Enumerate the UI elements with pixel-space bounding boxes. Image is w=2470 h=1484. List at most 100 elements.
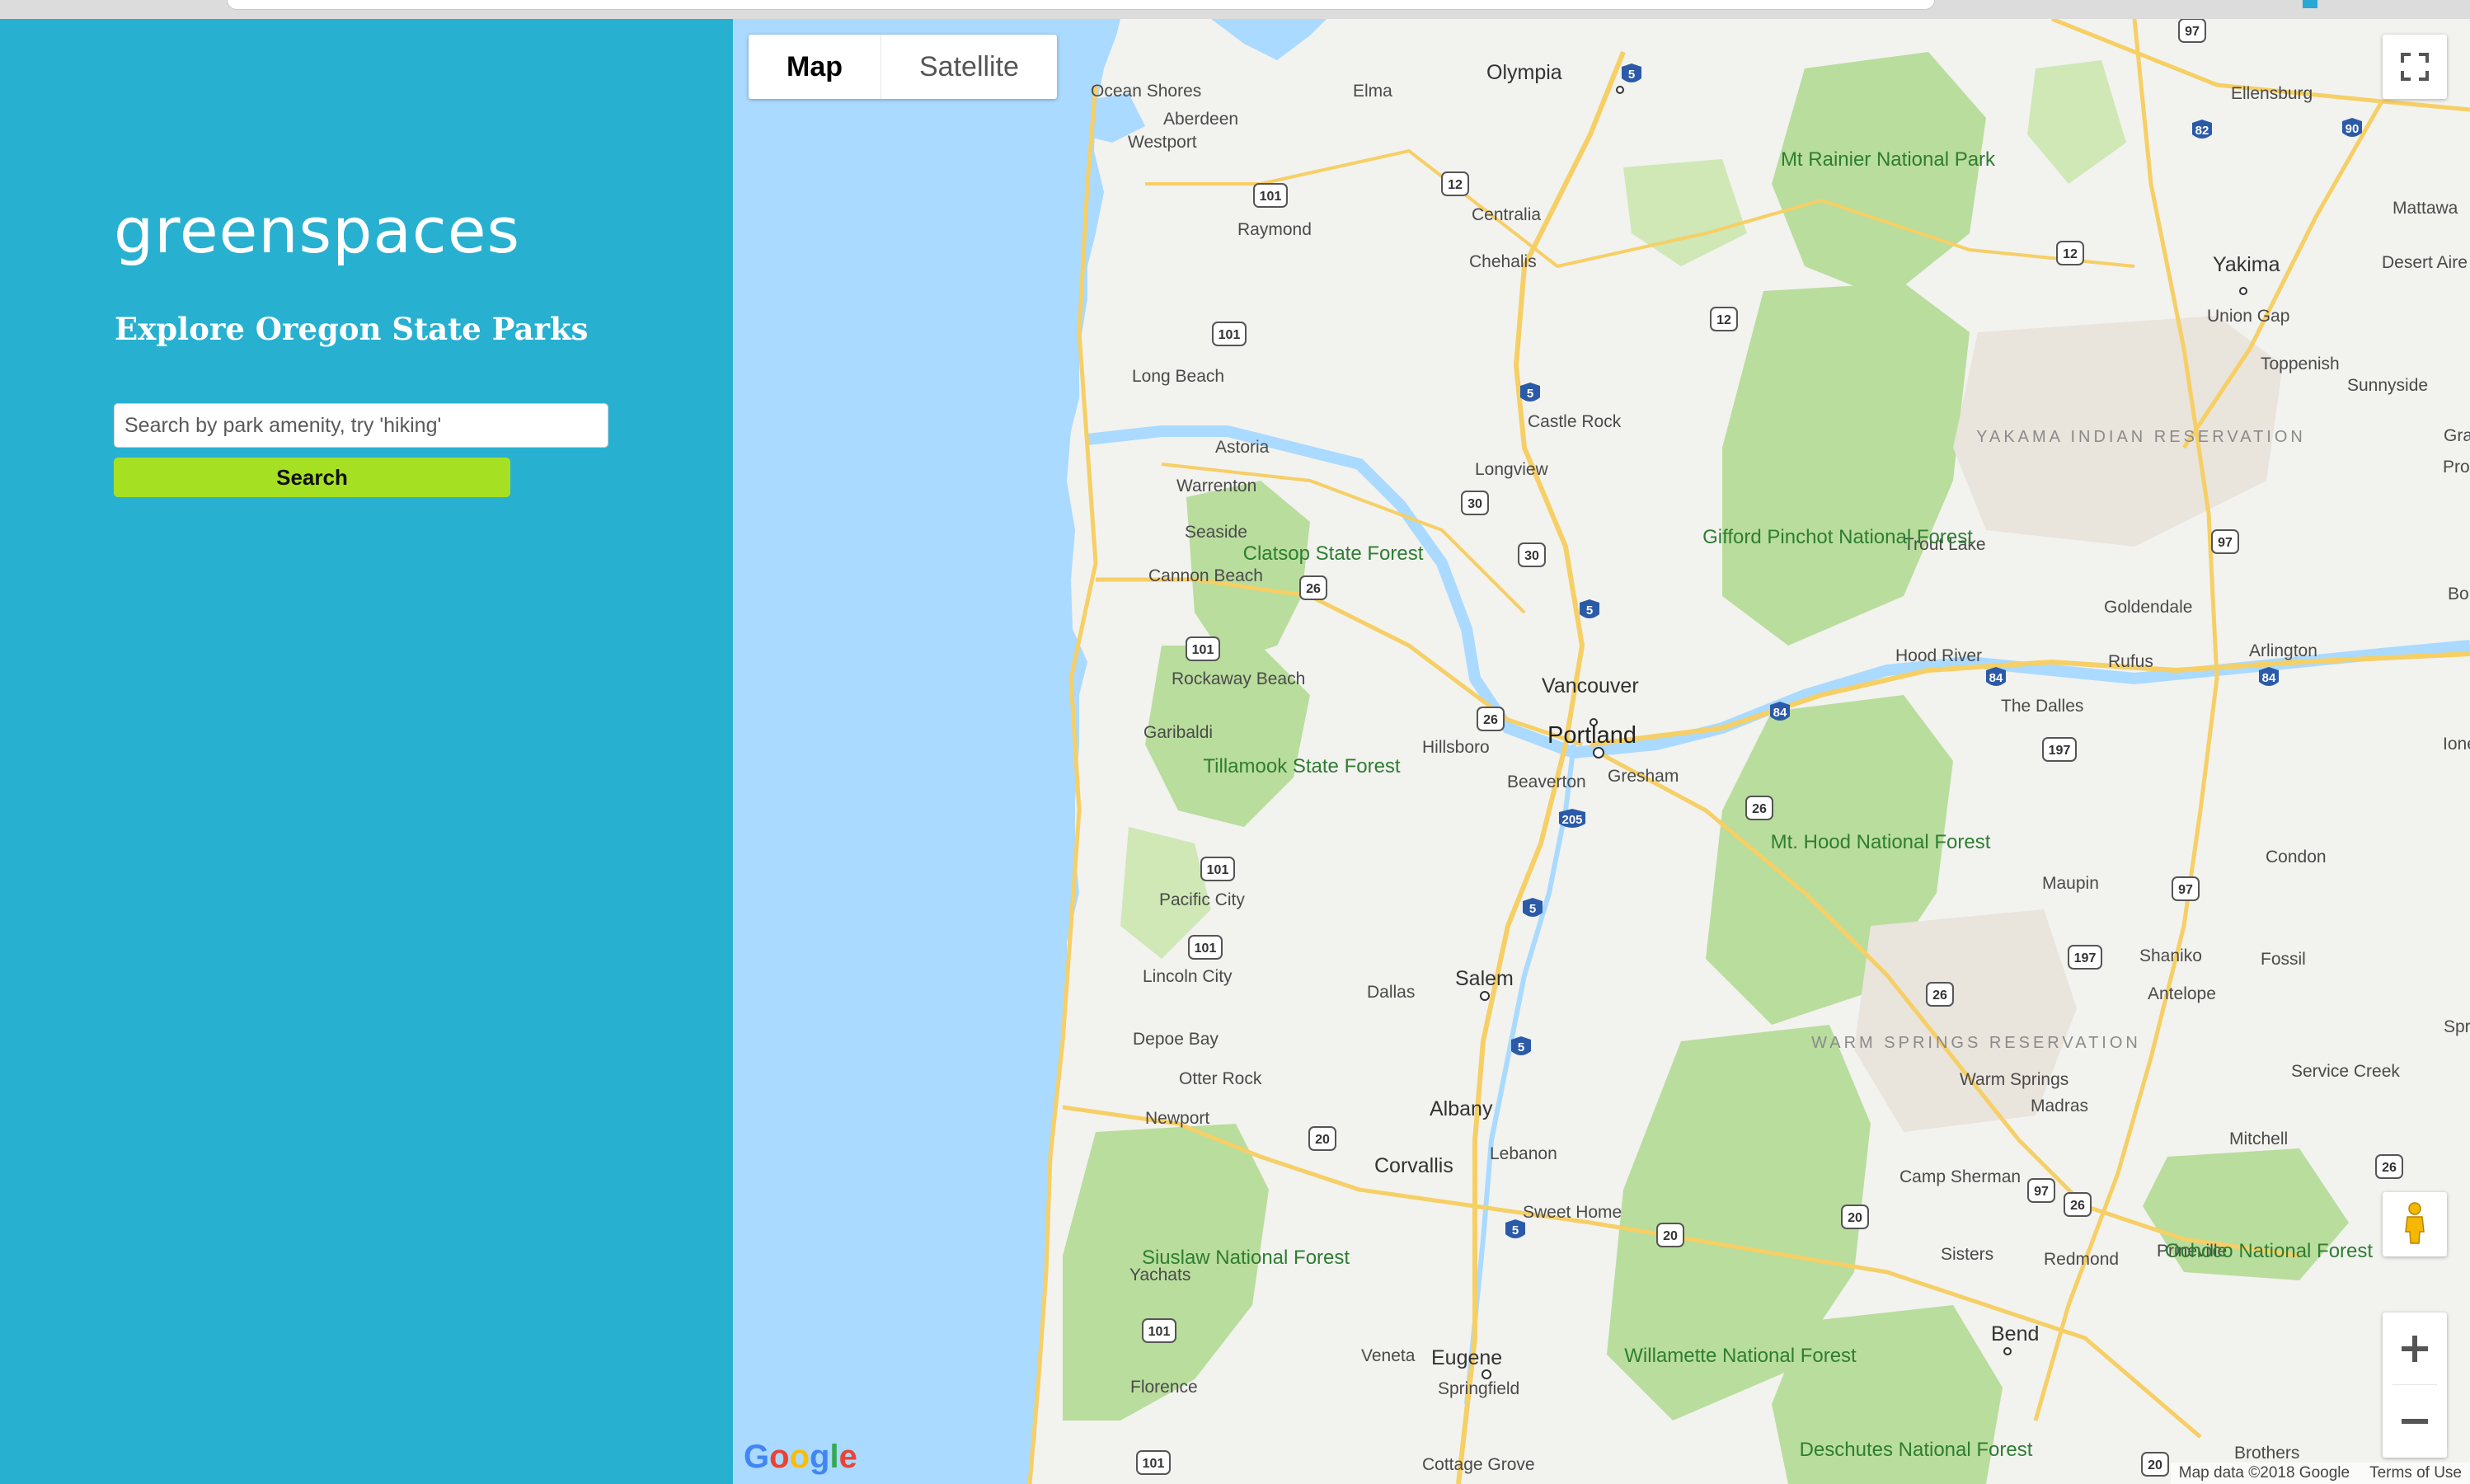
label-westport: Westport bbox=[1128, 133, 1197, 152]
label-camp-sherman: Camp Sherman bbox=[1899, 1167, 2021, 1186]
label-ocean-shores: Ocean Shores bbox=[1091, 82, 1201, 101]
zoom-control bbox=[2383, 1313, 2447, 1458]
label-raymond: Raymond bbox=[1237, 220, 1312, 239]
google-logo[interactable]: Google bbox=[744, 1439, 857, 1476]
label-tillamook: Tillamook State Forest bbox=[1203, 755, 1401, 777]
label-ochoco: Ochoco National Forest bbox=[2165, 1240, 2373, 1262]
label-olympia: Olympia bbox=[1486, 61, 1562, 84]
search-button[interactable]: Search bbox=[114, 458, 510, 497]
svg-text:26: 26 bbox=[2070, 1199, 2085, 1213]
svg-text:84: 84 bbox=[2262, 671, 2276, 685]
zoom-out-button[interactable] bbox=[2383, 1385, 2447, 1458]
label-hood-river: Hood River bbox=[1895, 646, 1982, 665]
browser-chrome-strip bbox=[0, 0, 2470, 19]
label-madras: Madras bbox=[2031, 1097, 2088, 1115]
label-astoria: Astoria bbox=[1215, 438, 1270, 457]
label-pro: Pro bbox=[2443, 458, 2470, 477]
label-eugene: Eugene bbox=[1431, 1346, 1502, 1369]
label-cottage-grove: Cottage Grove bbox=[1422, 1455, 1535, 1474]
label-the-dalles: The Dalles bbox=[2001, 697, 2083, 716]
map-attribution: Map data ©2018 Google Terms of Use bbox=[2170, 1463, 2470, 1484]
label-sweet-home: Sweet Home bbox=[1523, 1203, 1622, 1222]
label-ellensburg: Ellensburg bbox=[2231, 84, 2313, 103]
label-sisters: Sisters bbox=[1941, 1245, 1993, 1264]
label-otter-rock: Otter Rock bbox=[1179, 1069, 1262, 1088]
label-rockaway-beach: Rockaway Beach bbox=[1172, 669, 1305, 688]
fullscreen-button[interactable] bbox=[2383, 35, 2447, 99]
map-data-credit: Map data ©2018 Google bbox=[2178, 1464, 2350, 1482]
map-type-satellite-button[interactable]: Satellite bbox=[881, 35, 1057, 99]
svg-text:26: 26 bbox=[2382, 1161, 2397, 1175]
label-portland: Portland bbox=[1547, 722, 1636, 749]
label-beaverton: Beaverton bbox=[1507, 773, 1586, 791]
label-sunnyside: Sunnyside bbox=[2347, 376, 2428, 395]
label-siuslaw: Siuslaw National Forest bbox=[1142, 1247, 1350, 1269]
svg-text:5: 5 bbox=[1529, 902, 1536, 916]
map-type-control: Map Satellite bbox=[749, 35, 1057, 99]
label-antelope: Antelope bbox=[2148, 984, 2216, 1003]
label-corvallis: Corvallis bbox=[1374, 1154, 1453, 1177]
label-elma: Elma bbox=[1353, 82, 1392, 101]
map-type-map-button[interactable]: Map bbox=[749, 35, 881, 99]
label-spra: Spra bbox=[2444, 1017, 2470, 1036]
svg-text:30: 30 bbox=[1524, 549, 1539, 563]
label-toppenish: Toppenish bbox=[2261, 355, 2340, 373]
svg-text:26: 26 bbox=[1932, 989, 1947, 1003]
label-gifford-pinchot: Gifford Pinchot National Forest bbox=[1702, 526, 1973, 548]
label-mattawa: Mattawa bbox=[2393, 199, 2458, 218]
label-castle-rock: Castle Rock bbox=[1528, 412, 1622, 431]
label-bo: Bo bbox=[2448, 585, 2469, 603]
label-cannon-beach: Cannon Beach bbox=[1148, 566, 1263, 585]
label-warrenton: Warrenton bbox=[1176, 477, 1256, 495]
terms-of-use-link[interactable]: Terms of Use bbox=[2369, 1464, 2462, 1482]
label-mt-hood: Mt. Hood National Forest bbox=[1771, 831, 1991, 853]
svg-text:197: 197 bbox=[2049, 744, 2071, 758]
svg-text:101: 101 bbox=[1195, 942, 1217, 956]
label-lebanon: Lebanon bbox=[1490, 1144, 1557, 1163]
svg-text:101: 101 bbox=[1207, 863, 1229, 877]
app-title: greenspaces bbox=[114, 194, 521, 267]
svg-text:5: 5 bbox=[1586, 603, 1593, 618]
label-condon: Condon bbox=[2266, 848, 2327, 866]
label-garibaldi: Garibaldi bbox=[1143, 723, 1213, 742]
street-view-button[interactable] bbox=[2383, 1192, 2447, 1256]
label-newport: Newport bbox=[1145, 1109, 1209, 1128]
label-longview: Longview bbox=[1475, 460, 1549, 479]
svg-text:101: 101 bbox=[1148, 1325, 1171, 1339]
label-shaniko: Shaniko bbox=[2139, 946, 2202, 965]
map-canvas[interactable]: 5 5 5 5 5 5 205 84 84 84 82 90 101 101 1… bbox=[733, 19, 2470, 1484]
plus-icon bbox=[2402, 1336, 2428, 1362]
label-long-beach: Long Beach bbox=[1132, 367, 1224, 386]
label-chehalis: Chehalis bbox=[1469, 252, 1537, 271]
label-service-creek: Service Creek bbox=[2291, 1062, 2400, 1081]
label-warm-springs: Warm Springs bbox=[1960, 1070, 2069, 1089]
label-fossil: Fossil bbox=[2261, 950, 2306, 969]
browser-address-bar[interactable] bbox=[227, 0, 1935, 10]
search-input[interactable] bbox=[114, 403, 608, 448]
map[interactable]: 5 5 5 5 5 5 205 84 84 84 82 90 101 101 1… bbox=[733, 19, 2470, 1484]
svg-text:205: 205 bbox=[1561, 813, 1582, 827]
svg-text:5: 5 bbox=[1527, 387, 1533, 401]
svg-text:101: 101 bbox=[1143, 1457, 1165, 1471]
label-pacific-city: Pacific City bbox=[1159, 890, 1245, 909]
pegman-icon bbox=[2405, 1202, 2425, 1244]
svg-text:26: 26 bbox=[1752, 802, 1767, 816]
label-aberdeen: Aberdeen bbox=[1163, 110, 1238, 129]
svg-text:101: 101 bbox=[1219, 328, 1241, 342]
label-warm-springs-reservation: WARM SPRINGS RESERVATION bbox=[1811, 1034, 2141, 1052]
label-redmond: Redmond bbox=[2044, 1250, 2119, 1269]
svg-text:82: 82 bbox=[2195, 124, 2209, 138]
svg-text:97: 97 bbox=[2034, 1185, 2049, 1199]
label-ione: Ione bbox=[2443, 735, 2470, 754]
svg-text:26: 26 bbox=[1306, 582, 1321, 596]
svg-text:12: 12 bbox=[1716, 313, 1731, 327]
label-rufus: Rufus bbox=[2108, 652, 2153, 671]
label-clatsop: Clatsop State Forest bbox=[1243, 542, 1424, 565]
zoom-in-button[interactable] bbox=[2383, 1313, 2447, 1385]
browser-extension-icon[interactable] bbox=[2303, 0, 2317, 8]
app-subtitle: Explore Oregon State Parks bbox=[115, 311, 589, 347]
svg-text:97: 97 bbox=[2218, 536, 2233, 550]
fullscreen-icon bbox=[2401, 53, 2429, 81]
label-yakama-reservation: YAKAMA INDIAN RESERVATION bbox=[1976, 428, 2306, 446]
svg-text:12: 12 bbox=[2063, 247, 2078, 261]
